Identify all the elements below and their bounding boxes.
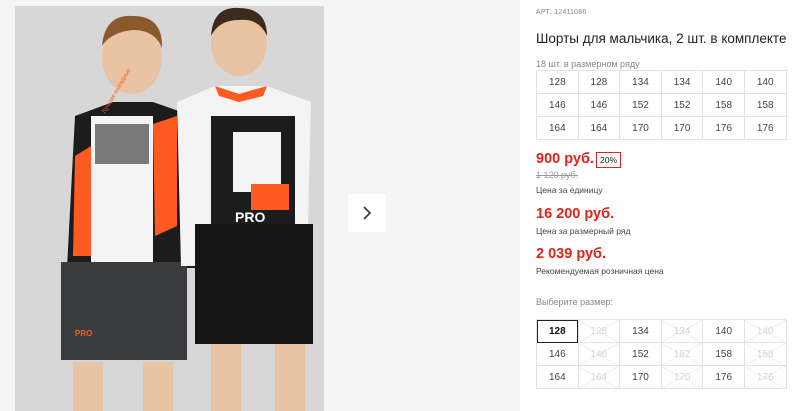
size-cell: 164 [536, 116, 579, 140]
chevron-right-icon [363, 206, 372, 220]
table-row: 146 146 152 152 158 158 [536, 342, 787, 366]
size-option-disabled: 176 [743, 365, 787, 389]
size-option-disabled: 164 [577, 365, 621, 389]
unit-price-label: Цена за единицу [536, 185, 603, 195]
size-cell: 146 [577, 93, 621, 117]
size-option-disabled: 158 [743, 342, 787, 366]
size-cell: 170 [619, 116, 662, 140]
size-picker: 128 128 134 134 140 140 146 146 152 152 … [536, 319, 787, 389]
size-cell: 134 [619, 70, 662, 94]
size-option[interactable]: 164 [536, 365, 579, 389]
size-cell: 128 [536, 70, 579, 94]
size-cell: 158 [702, 93, 745, 117]
table-row: 146 146 152 152 158 158 [536, 93, 787, 117]
article-number: АРТ: 12411086 [536, 9, 587, 16]
size-option[interactable]: 128 [536, 319, 579, 343]
shirt-print-text: PRO [235, 209, 265, 225]
size-option-disabled: 140 [743, 319, 787, 343]
retail-price: 2 039 руб. [536, 246, 607, 262]
size-option-disabled: 134 [660, 319, 704, 343]
row-price-label: Цена за размерный ряд [536, 226, 631, 236]
next-image-button[interactable] [348, 194, 386, 232]
size-cell: 146 [536, 93, 579, 117]
size-cell: 152 [619, 93, 662, 117]
size-option[interactable]: 176 [702, 365, 745, 389]
size-option-disabled: 170 [660, 365, 704, 389]
retail-price-label: Рекомендуемая розничная цена [536, 266, 664, 276]
old-price: 1 120 руб. [536, 170, 579, 180]
size-cell: 134 [660, 70, 704, 94]
size-cell: 140 [743, 70, 787, 94]
size-option-disabled: 152 [660, 342, 704, 366]
size-option-disabled: 128 [577, 319, 621, 343]
product-photo[interactable]: PRO Лучшие выходные PRO [15, 6, 324, 411]
size-option[interactable]: 146 [536, 342, 579, 366]
size-cell: 176 [702, 116, 745, 140]
table-row: 128 128 134 134 140 140 [536, 70, 787, 94]
product-photo-illustration: PRO Лучшие выходные PRO [15, 6, 324, 411]
size-row-count: 18 шт. в размерном ряду [536, 59, 640, 69]
size-cell: 176 [743, 116, 787, 140]
size-picker-label: Выберите размер: [536, 297, 613, 307]
size-cell: 170 [660, 116, 704, 140]
size-cell: 140 [702, 70, 745, 94]
size-cell: 128 [577, 70, 621, 94]
size-option[interactable]: 134 [619, 319, 662, 343]
size-option-disabled: 146 [577, 342, 621, 366]
size-option[interactable]: 140 [702, 319, 745, 343]
size-row-table: 128 128 134 134 140 140 146 146 152 152 … [536, 70, 787, 140]
unit-price: 900 руб. [536, 151, 594, 167]
shorts-print-text: PRO [75, 329, 92, 338]
size-option[interactable]: 170 [619, 365, 662, 389]
size-cell: 152 [660, 93, 704, 117]
table-row: 164 164 170 170 176 176 [536, 116, 787, 140]
table-row: 164 164 170 170 176 176 [536, 365, 787, 389]
size-cell: 164 [577, 116, 621, 140]
product-gallery: PRO Лучшие выходные PRO [0, 0, 520, 411]
row-price: 16 200 руб. [536, 206, 615, 222]
size-option[interactable]: 158 [702, 342, 745, 366]
size-option[interactable]: 152 [619, 342, 662, 366]
discount-badge: 20% [596, 152, 622, 168]
table-row: 128 128 134 134 140 140 [536, 319, 787, 343]
size-cell: 158 [743, 93, 787, 117]
product-title: Шорты для мальчика, 2 шт. в комплекте [536, 31, 787, 46]
